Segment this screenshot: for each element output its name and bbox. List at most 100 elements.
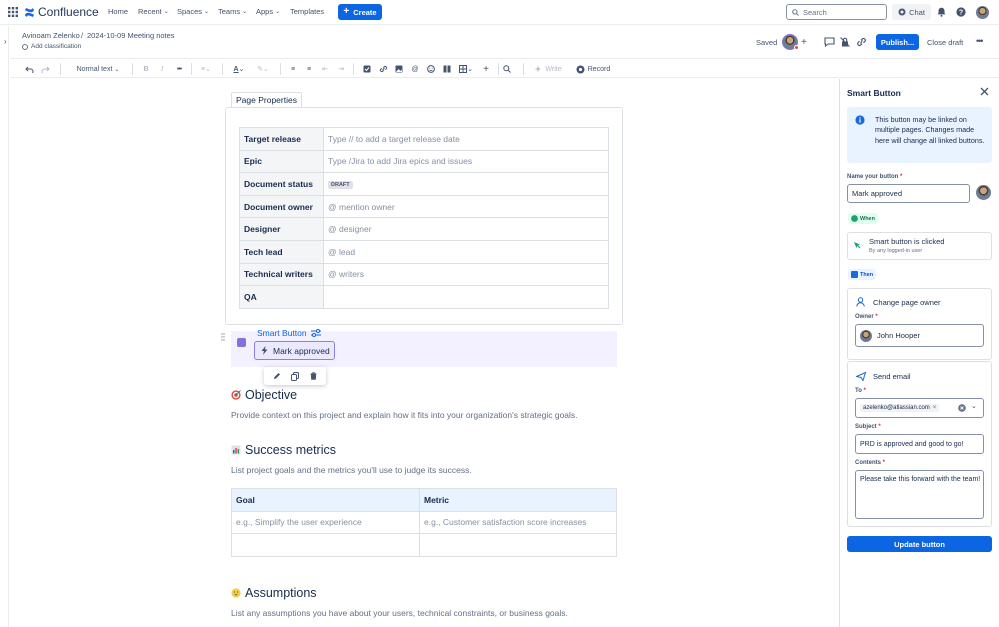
app-switcher-icon[interactable]: [8, 7, 18, 17]
remove-tag-icon[interactable]: ×: [933, 405, 937, 411]
settings-sliders-icon[interactable]: [310, 329, 321, 337]
table-header-row: Goal Metric: [231, 488, 617, 512]
more-actions-icon[interactable]: •••: [976, 36, 984, 46]
search-input[interactable]: Search: [786, 4, 887, 20]
table-header-metric[interactable]: Metric: [419, 488, 617, 512]
table-header-goal[interactable]: Goal: [231, 488, 420, 512]
objective-text[interactable]: Provide context on this project and expl…: [231, 410, 578, 420]
profile-avatar[interactable]: [976, 6, 989, 19]
invite-icon[interactable]: +: [801, 37, 807, 48]
text-style-dropdown[interactable]: Normal text ⌄: [70, 63, 126, 75]
highlight-icon[interactable]: ✎⌄: [254, 63, 272, 75]
add-classification[interactable]: Add classification: [22, 43, 81, 50]
notifications-icon[interactable]: [934, 5, 948, 19]
property-value[interactable]: @ mention owner: [323, 194, 609, 219]
publish-button[interactable]: Publish...: [876, 34, 919, 50]
text-color-icon[interactable]: A ⌄: [231, 63, 247, 75]
numbered-list-icon[interactable]: ≡: [304, 63, 314, 75]
table-cell[interactable]: e.g., Customer satisfaction score increa…: [419, 510, 617, 535]
indent-icon[interactable]: ⇥: [336, 63, 346, 75]
assumptions-text[interactable]: List any assumptions you have about your…: [231, 608, 568, 618]
owner-select[interactable]: John Hooper: [855, 324, 984, 347]
clear-icon[interactable]: [958, 404, 966, 412]
editor-toolbar: Normal text ⌄ B I ••• ≡⌄ A ⌄ ✎⌄ ≡ ≡ ⇤ ⇥ @…: [10, 58, 999, 78]
property-value[interactable]: Type /Jira to add Jira epics and issues: [323, 149, 609, 174]
alignment-icon[interactable]: ≡⌄: [198, 63, 214, 75]
property-value[interactable]: [323, 285, 609, 309]
outdent-icon[interactable]: ⇤: [320, 63, 330, 75]
table-cell[interactable]: [419, 533, 617, 557]
restrictions-icon[interactable]: [840, 37, 850, 47]
property-value[interactable]: @ lead: [323, 239, 609, 264]
subject-input[interactable]: PRD is approved and good to go!: [855, 434, 984, 454]
property-key: Epic: [239, 149, 324, 174]
property-value[interactable]: Type // to add a target release date: [323, 127, 609, 151]
copy-link-icon[interactable]: [856, 37, 867, 47]
confluence-logo-text: Confluence: [38, 5, 99, 19]
emoji-icon[interactable]: [426, 63, 436, 75]
nav-templates[interactable]: Templates: [290, 7, 324, 16]
update-button-label: Update button: [894, 539, 945, 549]
undo-icon[interactable]: [24, 63, 34, 75]
nav-home-label: Home: [108, 7, 129, 16]
sparkle-icon: [534, 65, 542, 73]
person-icon: [856, 297, 865, 307]
svg-text:?: ?: [959, 10, 963, 17]
table-icon[interactable]: ⌄: [457, 63, 475, 75]
recipient-tag-text: azelenko@atlassian.com: [863, 405, 930, 411]
button-name-input[interactable]: Mark approved: [847, 184, 970, 203]
delete-icon[interactable]: [310, 372, 317, 380]
help-icon[interactable]: ?: [954, 5, 968, 19]
toolbar-divider: [523, 63, 524, 75]
property-value-cell[interactable]: DRAFT: [323, 172, 609, 196]
record-button[interactable]: Record: [574, 63, 612, 75]
breadcrumb-space[interactable]: Avinoam Zelenko: [22, 31, 80, 40]
redo-icon[interactable]: [40, 63, 50, 75]
recipient-tag[interactable]: azelenko@atlassian.com ×: [860, 404, 940, 412]
mention-icon[interactable]: @: [410, 63, 420, 75]
close-icon[interactable]: [980, 87, 989, 96]
property-value[interactable]: @ writers: [323, 262, 609, 287]
bullet-list-icon[interactable]: ≡: [288, 63, 298, 75]
smart-button-title[interactable]: Smart Button: [257, 328, 321, 338]
property-value[interactable]: @ designer: [323, 217, 609, 241]
update-button[interactable]: Update button: [847, 536, 992, 552]
breadcrumb-page[interactable]: 2024-10-09 Meeting notes: [87, 31, 175, 40]
expand-sidebar-icon[interactable]: ›: [4, 37, 7, 46]
confluence-logo[interactable]: Confluence: [24, 5, 99, 19]
nav-spaces[interactable]: Spaces ⌄: [177, 7, 209, 16]
create-button-label: Create: [353, 7, 377, 17]
nav-home[interactable]: Home: [108, 7, 128, 16]
task-icon[interactable]: [362, 63, 372, 75]
success-metrics-text[interactable]: List project goals and the metrics you'l…: [231, 465, 472, 475]
contents-textarea[interactable]: Please take this forward with the team!: [855, 470, 984, 519]
chat-button[interactable]: Chat: [892, 4, 931, 20]
layouts-icon[interactable]: [442, 63, 452, 75]
table-cell[interactable]: [231, 533, 420, 557]
chevron-down-icon[interactable]: ⌄: [971, 402, 977, 410]
nav-recent[interactable]: Recent ⌄: [138, 7, 169, 16]
chevron-down-icon: ⌄: [163, 9, 169, 15]
italic-icon[interactable]: I: [158, 63, 166, 75]
nav-teams[interactable]: Teams ⌄: [218, 7, 247, 16]
create-button[interactable]: + Create: [338, 4, 382, 20]
drag-handle-icon[interactable]: [221, 333, 225, 341]
duplicate-icon[interactable]: [291, 371, 300, 381]
table-cell[interactable]: e.g., Simplify the user experience: [231, 510, 420, 535]
status-lozenge[interactable]: DRAFT: [328, 181, 353, 190]
image-icon[interactable]: [394, 63, 404, 75]
mark-approved-button[interactable]: Mark approved: [254, 341, 335, 360]
edit-pencil-icon[interactable]: [273, 372, 281, 380]
close-draft-button[interactable]: Close draft: [927, 38, 963, 47]
add-classification-label: Add classification: [31, 43, 82, 50]
subject-label: Subject *: [855, 424, 881, 430]
comments-icon[interactable]: [824, 37, 835, 47]
bold-icon[interactable]: B: [142, 63, 150, 75]
link-icon[interactable]: [378, 63, 388, 75]
find-replace-icon[interactable]: [502, 63, 512, 75]
more-formatting-icon[interactable]: •••: [174, 63, 184, 75]
ai-write-button[interactable]: Write: [531, 63, 565, 75]
insert-plus-icon[interactable]: +: [481, 63, 491, 75]
close-draft-label: Close draft: [927, 38, 964, 47]
nav-apps[interactable]: Apps ⌄: [256, 7, 280, 16]
